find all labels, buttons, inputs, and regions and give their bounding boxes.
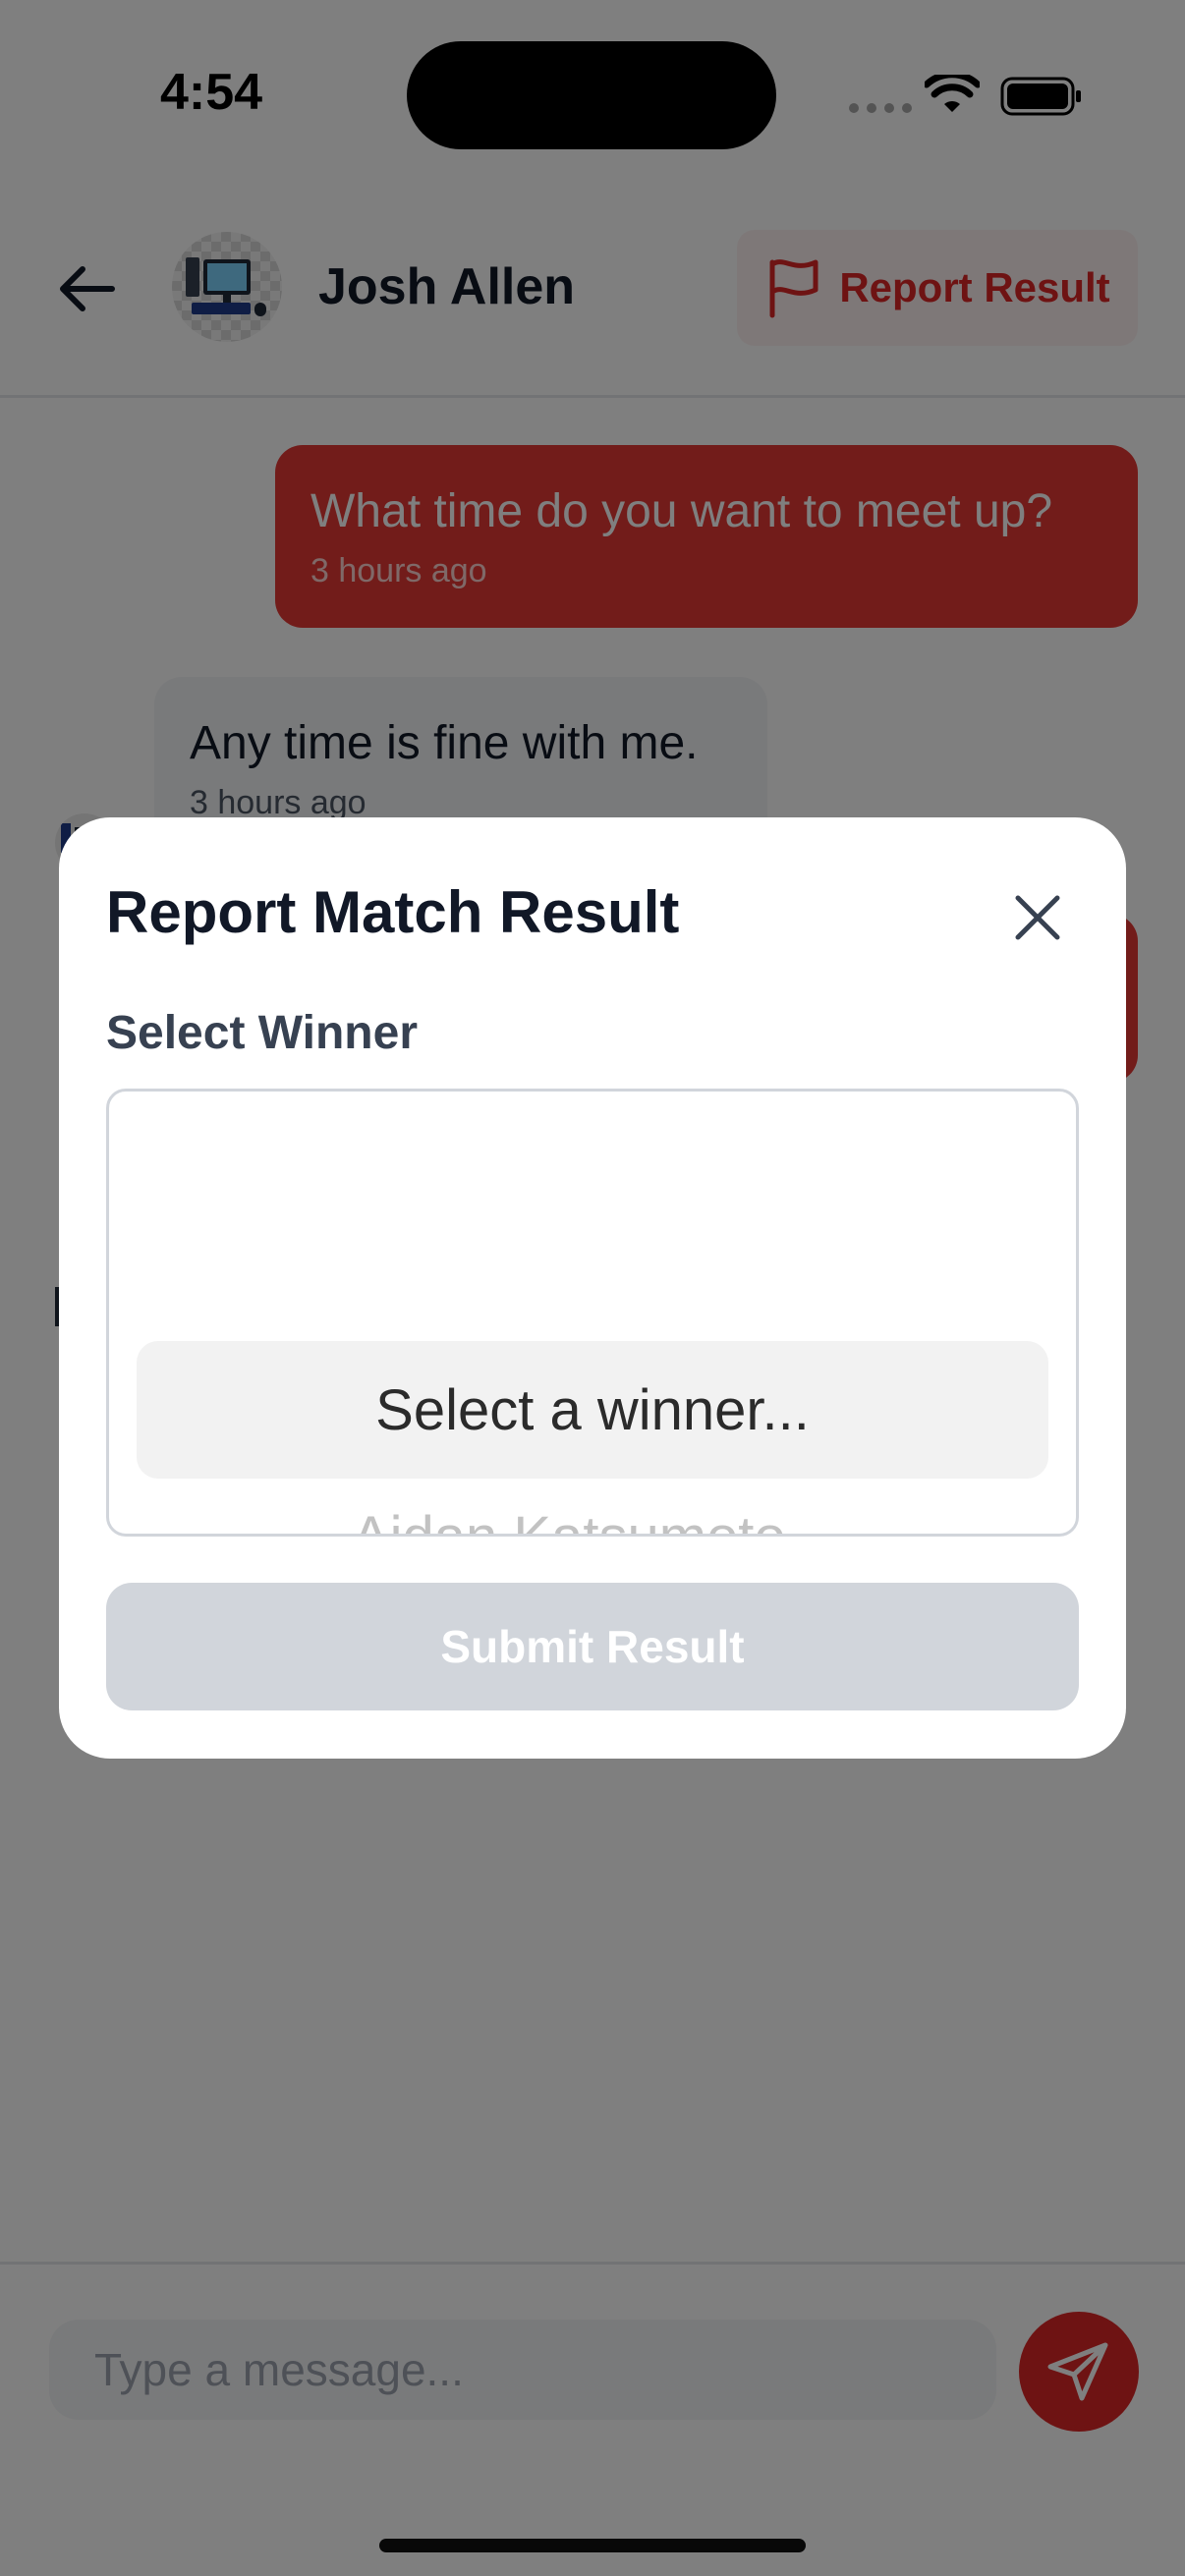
picker-option[interactable]: Aidan Katsumoto... <box>109 1504 1076 1534</box>
submit-result-button[interactable]: Submit Result <box>106 1583 1079 1710</box>
modal-title: Report Match Result <box>106 879 680 945</box>
select-winner-label: Select Winner <box>106 1007 418 1059</box>
picker-option-selected[interactable]: Select a winner... <box>137 1341 1048 1479</box>
winner-picker[interactable]: Select a winner... Aidan Katsumoto... <box>106 1089 1079 1537</box>
report-result-modal: Report Match Result Select Winner Select… <box>59 817 1126 1759</box>
close-icon[interactable] <box>1006 886 1069 949</box>
